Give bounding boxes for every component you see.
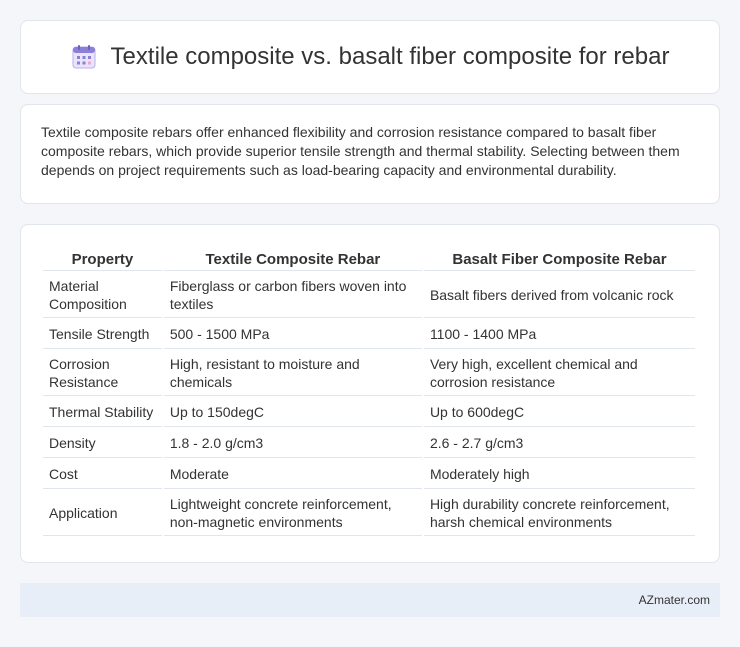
column-header-textile: Textile Composite Rebar: [163, 245, 422, 271]
row-basalt-cell: 1100 - 1400 MPa: [423, 320, 695, 349]
row-textile-cell: Up to 150degC: [163, 398, 422, 427]
table-row: Material Composition Fiberglass or carbo…: [43, 273, 695, 318]
row-basalt-cell: Moderately high: [423, 460, 695, 489]
row-basalt-cell: Up to 600degC: [423, 398, 695, 427]
row-property-cell: Cost: [43, 460, 162, 489]
row-textile-cell: High, resistant to moisture and chemical…: [163, 351, 422, 396]
row-basalt-cell: 2.6 - 2.7 g/cm3: [423, 429, 695, 458]
calendar-grid-icon: [72, 45, 96, 69]
row-property-cell: Density: [43, 429, 162, 458]
table-header-row: Property Textile Composite Rebar Basalt …: [43, 245, 695, 271]
table-card: Property Textile Composite Rebar Basalt …: [20, 224, 720, 563]
row-basalt-cell: Very high, excellent chemical and corros…: [423, 351, 695, 396]
row-basalt-cell: High durability concrete reinforcement, …: [423, 491, 695, 536]
row-property-cell: Application: [43, 491, 162, 536]
table-row: Application Lightweight concrete reinfor…: [43, 491, 695, 536]
row-textile-cell: Fiberglass or carbon fibers woven into t…: [163, 273, 422, 318]
table-row: Corrosion Resistance High, resistant to …: [43, 351, 695, 396]
table-row: Cost Moderate Moderately high: [43, 460, 695, 489]
table-row: Density 1.8 - 2.0 g/cm3 2.6 - 2.7 g/cm3: [43, 429, 695, 458]
title-card: Textile composite vs. basalt fiber compo…: [20, 20, 720, 94]
row-property-cell: Thermal Stability: [43, 398, 162, 427]
page-title: Textile composite vs. basalt fiber compo…: [110, 43, 670, 70]
summary-card: Textile composite rebars offer enhanced …: [20, 104, 720, 204]
row-property-cell: Corrosion Resistance: [43, 351, 162, 396]
row-textile-cell: 500 - 1500 MPa: [163, 320, 422, 349]
table-row: Tensile Strength 500 - 1500 MPa 1100 - 1…: [43, 320, 695, 349]
row-basalt-cell: Basalt fibers derived from volcanic rock: [423, 273, 695, 318]
comparison-table: Property Textile Composite Rebar Basalt …: [41, 243, 697, 538]
row-property-cell: Tensile Strength: [43, 320, 162, 349]
row-property-cell: Material Composition: [43, 273, 162, 318]
row-textile-cell: Lightweight concrete reinforcement, non-…: [163, 491, 422, 536]
row-textile-cell: Moderate: [163, 460, 422, 489]
table-row: Thermal Stability Up to 150degC Up to 60…: [43, 398, 695, 427]
summary-text: Textile composite rebars offer enhanced …: [41, 124, 680, 178]
column-header-basalt: Basalt Fiber Composite Rebar: [423, 245, 695, 271]
title-wrap: Textile composite vs. basalt fiber compo…: [71, 43, 670, 71]
row-textile-cell: 1.8 - 2.0 g/cm3: [163, 429, 422, 458]
footer-brand: AZmater.com: [638, 593, 710, 607]
column-header-property: Property: [43, 245, 162, 271]
footer-bar: AZmater.com: [20, 583, 720, 617]
